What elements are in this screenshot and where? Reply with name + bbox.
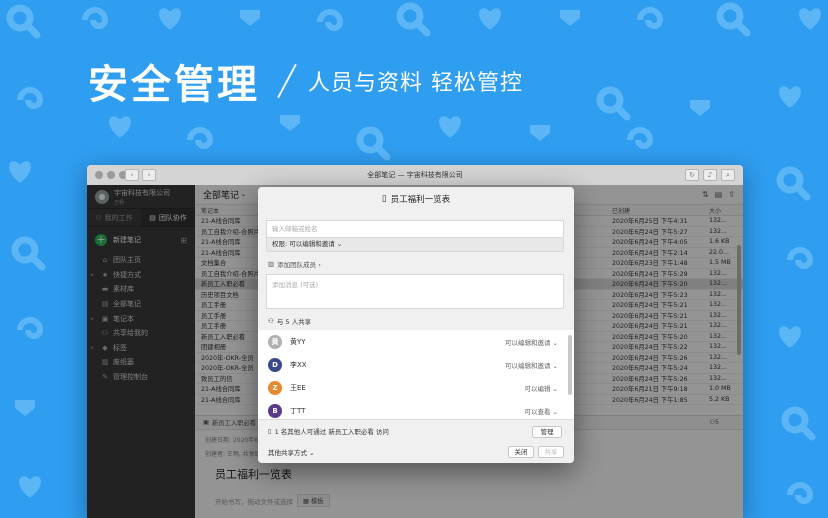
email-input[interactable]: 输入邮箱或姓名 [266, 220, 564, 238]
message-input[interactable]: 添加消息 (可选) [266, 274, 564, 309]
add-team-members-button[interactable]: ▥ 添加团队成员 › [268, 259, 321, 269]
manage-button[interactable]: 管理 [532, 426, 562, 438]
bell-icon[interactable]: ♪ [703, 169, 717, 181]
member-scrollbar[interactable] [568, 335, 572, 395]
minimize-window-button[interactable] [107, 171, 115, 179]
member-name: 王EE [290, 383, 306, 392]
member-name: 丁TT [290, 406, 306, 415]
hero-subtitle: 人员与资料 轻松管控 [308, 71, 523, 96]
document-icon: ▯ [381, 194, 387, 204]
window-controls [95, 171, 127, 179]
search-icon[interactable]: ⌕ [721, 169, 735, 181]
people-icon: ⚇ [268, 317, 274, 325]
sync-icon[interactable]: ↻ [685, 169, 699, 181]
titlebar-actions: ↻ ♪ ⌕ [685, 169, 735, 181]
shared-with-label: ⚇ 与 5 人共享 [268, 317, 312, 326]
avatar: Z [268, 380, 282, 395]
window-title: 全部笔记 — 宇宙科技有限公司 [367, 171, 463, 179]
close-window-button[interactable] [95, 171, 103, 179]
member-list: 黄黄YY 可以编辑和邀请 ⌄ D 李XX 可以编辑和邀请 ⌄ Z 王EE 可以编辑 ⌄ B 丁TT… [258, 330, 574, 419]
other-share-select[interactable]: 其他共享方式 ⌄ [268, 447, 315, 457]
access-note: ▯ 1 名其他人可通过 新员工入职必看 访问 [268, 427, 389, 436]
share-dialog: ▯ 员工福利一览表 输入邮箱或姓名 权限: 可以编辑和邀请 ⌄ ▥ 添加团队成员… [258, 187, 574, 463]
hero-divider [277, 63, 297, 99]
member-name: 李XX [290, 360, 307, 369]
dialog-footer: ▯ 1 名其他人可通过 新员工入职必看 访问 管理 其他共享方式 ⌄ 关闭 共享 [258, 419, 574, 463]
share-button[interactable]: 共享 [538, 446, 564, 458]
member-name: 黄YY [290, 337, 306, 346]
building-icon: ▥ [268, 260, 275, 268]
hero-title: 安全管理 [88, 62, 260, 108]
member-permission-select[interactable]: 可以查看 ⌄ [524, 406, 558, 416]
back-button[interactable]: ‹ [125, 169, 139, 181]
forward-button[interactable]: › [142, 169, 156, 181]
close-button[interactable]: 关闭 [508, 446, 534, 458]
title-bar: ‹ › 全部笔记 — 宇宙科技有限公司 ↻ ♪ ⌕ [87, 165, 743, 185]
member-row: B 丁TT 可以查看 ⌄ [258, 399, 574, 419]
member-permission-select[interactable]: 可以编辑和邀请 ⌄ [505, 360, 558, 370]
document-icon: ▯ [268, 427, 272, 435]
avatar: 黄 [268, 334, 282, 349]
member-permission-select[interactable]: 可以编辑和邀请 ⌄ [505, 337, 558, 347]
avatar: B [268, 403, 282, 418]
member-permission-select[interactable]: 可以编辑 ⌄ [524, 383, 558, 393]
member-row: Z 王EE 可以编辑 ⌄ [258, 376, 574, 399]
member-row: 黄黄YY 可以编辑和邀请 ⌄ [258, 330, 574, 353]
avatar: D [268, 357, 282, 372]
nav-buttons: ‹ › [125, 169, 156, 181]
member-row: D 李XX 可以编辑和邀请 ⌄ [258, 353, 574, 376]
dialog-title: ▯ 员工福利一览表 [381, 194, 451, 205]
permission-select[interactable]: 权限: 可以编辑和邀请 ⌄ [266, 238, 564, 252]
hero-banner: 安全管理 人员与资料 轻松管控 [88, 52, 523, 110]
